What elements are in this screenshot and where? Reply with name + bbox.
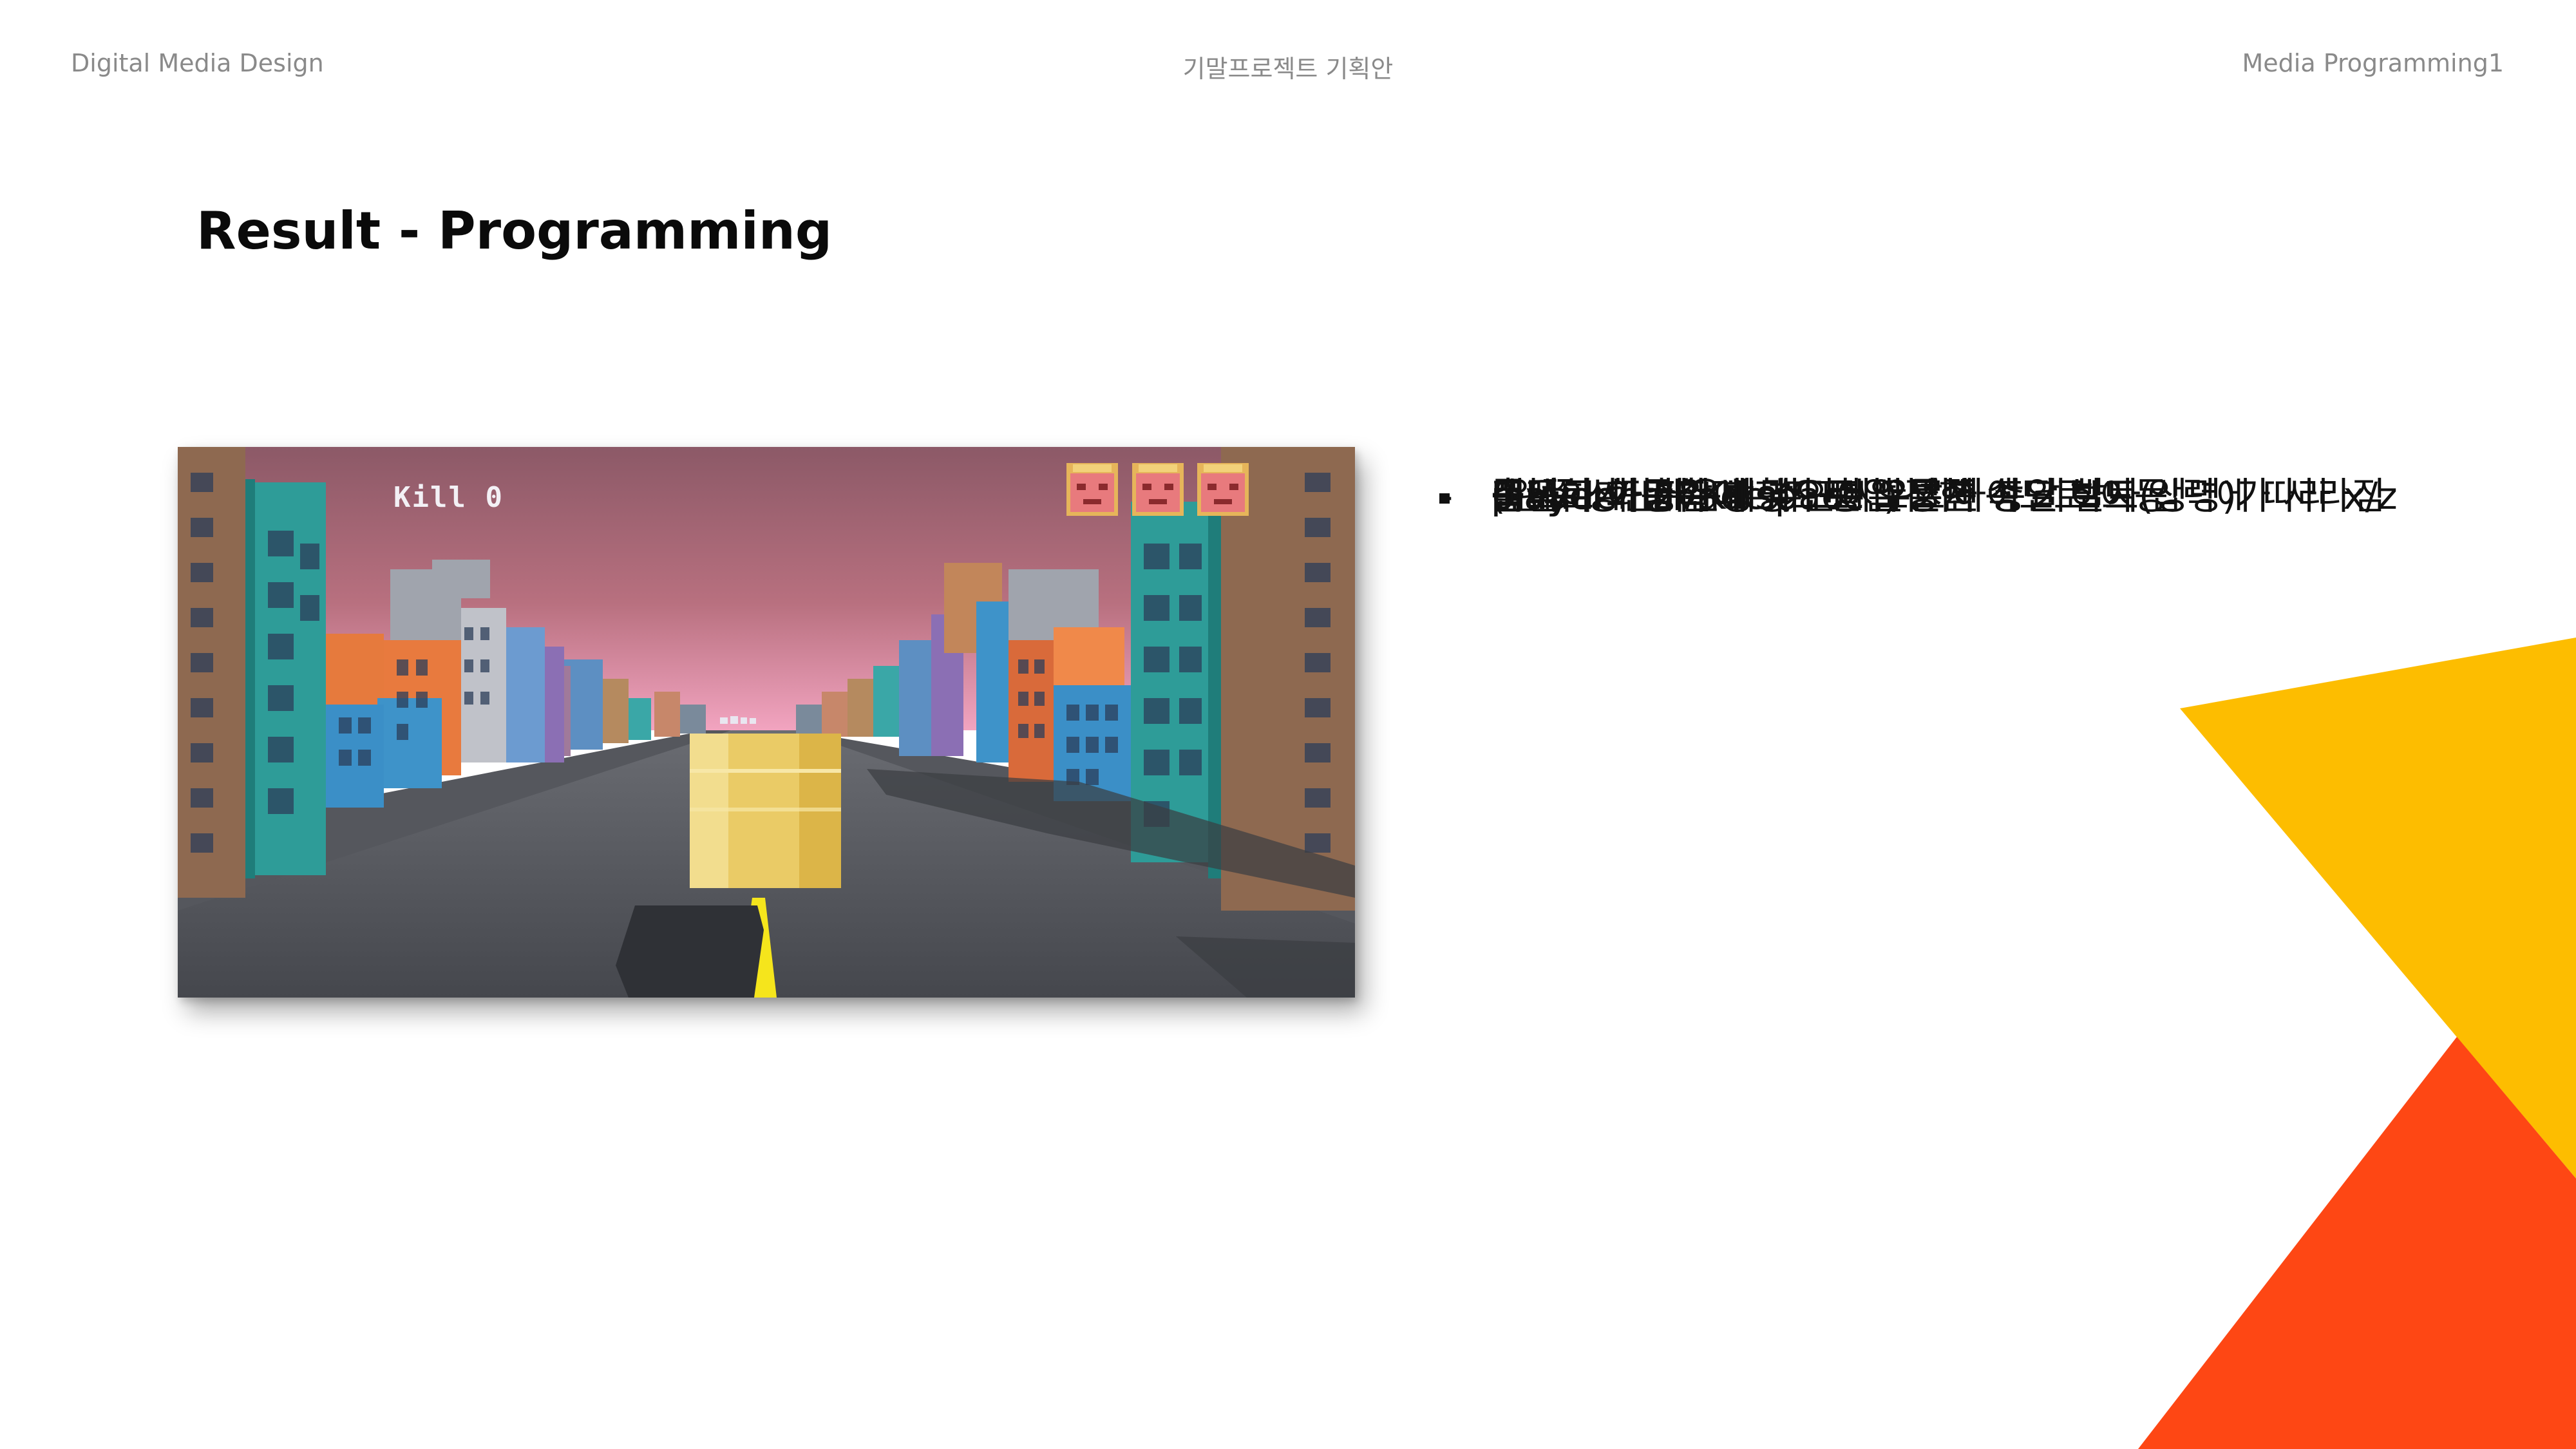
header-project: 기말프로젝트 기획안 — [1182, 55, 1394, 83]
slide-title: Result - Programming — [196, 201, 833, 261]
game-scene — [178, 447, 1355, 998]
player-cube — [690, 734, 841, 888]
life-heart-icon — [1066, 463, 1118, 516]
life-heart-icon — [1197, 463, 1249, 516]
game-screenshot: Kill 0 — [178, 447, 1355, 998]
kill-counter: Kill 0 — [393, 481, 504, 514]
life-heart-icon — [1132, 463, 1184, 516]
yellow-triangle — [2180, 638, 2576, 1179]
header-subject: Media Programming1 — [2242, 49, 2505, 77]
player-shadow — [616, 905, 764, 998]
lives-hearts — [1066, 463, 1249, 516]
